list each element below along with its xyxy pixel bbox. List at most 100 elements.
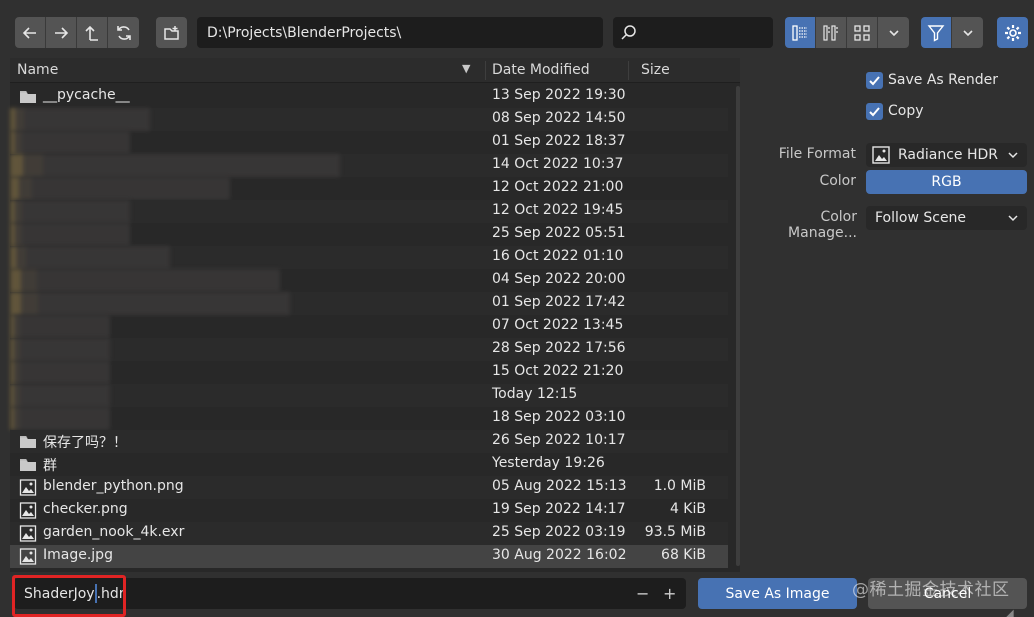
file-row[interactable]: 01 Sep 2022 18:37 (10, 131, 728, 154)
refresh-icon (116, 25, 131, 40)
image-file-icon (19, 525, 37, 542)
redacted-file-name (10, 131, 130, 154)
directory-path-input[interactable]: D:\Projects\BlenderProjects\ (197, 17, 603, 48)
file-date: 04 Sep 2022 20:00 (492, 271, 626, 287)
chevron-down-icon (1008, 215, 1018, 222)
file-date: 05 Aug 2022 15:13 (492, 478, 627, 494)
display-options-dropdown[interactable] (878, 17, 909, 48)
toolbar: D:\Projects\BlenderProjects\ (0, 0, 1034, 62)
column-header-size[interactable]: Size (641, 62, 670, 78)
increment-button[interactable]: + (663, 584, 676, 603)
file-row[interactable]: Image.jpg 30 Aug 2022 16:02 68 KiB (10, 545, 728, 568)
file-date: 15 Oct 2022 21:20 (492, 363, 624, 379)
file-name: blender_python.png (43, 478, 184, 494)
file-row[interactable]: __pycache__ 13 Sep 2022 19:30 (10, 85, 728, 108)
file-date: Today 12:15 (492, 386, 578, 402)
file-row[interactable]: 16 Oct 2022 01:10 (10, 246, 728, 269)
file-row[interactable]: 18 Sep 2022 03:10 (10, 407, 728, 430)
thumbnails-button[interactable] (847, 17, 878, 48)
file-row[interactable]: 12 Oct 2022 21:00 (10, 177, 728, 200)
save-as-render-checkbox[interactable]: Save As Render (866, 70, 998, 90)
file-row[interactable]: 保存了吗？！ 26 Sep 2022 10:17 (10, 430, 728, 453)
file-row[interactable]: 01 Sep 2022 17:42 (10, 292, 728, 315)
settings-button[interactable] (997, 17, 1028, 48)
redacted-file-name (10, 338, 110, 361)
file-row[interactable]: 12 Oct 2022 19:45 (10, 200, 728, 223)
file-date: 13 Sep 2022 19:30 (492, 87, 626, 103)
horizontal-list-button[interactable] (816, 17, 847, 48)
column-header-date[interactable]: Date Modified (492, 62, 590, 78)
file-row[interactable]: blender_python.png 05 Aug 2022 15:13 1.0 M… (10, 476, 728, 499)
filter-group (921, 17, 983, 48)
file-row[interactable]: 08 Sep 2022 14:50 (10, 108, 728, 131)
arrow-left-icon (22, 26, 36, 39)
file-date: 08 Sep 2022 14:50 (492, 110, 626, 126)
redacted-file-name (10, 269, 280, 292)
file-size: 68 KiB (661, 547, 706, 563)
refresh-button[interactable] (108, 17, 139, 48)
filter-options-dropdown[interactable] (952, 17, 983, 48)
decrement-button[interactable]: − (636, 584, 649, 603)
file-name: 群 (43, 458, 57, 474)
copy-checkbox[interactable]: Copy (866, 101, 924, 121)
file-list-header: Name ▼ Date Modified Size (10, 58, 740, 83)
file-date: 16 Oct 2022 01:10 (492, 248, 624, 264)
file-row[interactable]: 群 Yesterday 19:26 (10, 453, 728, 476)
redacted-file-name (10, 384, 110, 407)
redacted-file-name (10, 177, 230, 200)
file-row[interactable]: 04 Sep 2022 20:00 (10, 269, 728, 292)
file-list-scrollbar[interactable] (736, 86, 740, 566)
redacted-file-name (10, 154, 340, 177)
file-format-dropdown[interactable]: Radiance HDR (866, 143, 1027, 167)
image-file-icon (19, 502, 37, 519)
file-name: checker.png (43, 501, 128, 517)
save-as-image-button[interactable]: Save As Image (698, 578, 857, 609)
image-file-icon (19, 548, 37, 565)
column-divider[interactable] (485, 61, 486, 80)
file-row[interactable]: checker.png 19 Sep 2022 14:17 4 KiB (10, 499, 728, 522)
new-folder-button[interactable] (156, 17, 187, 48)
column-header-name[interactable]: Name (17, 62, 58, 78)
resize-handle-icon[interactable]: ◢ (1006, 608, 1014, 617)
redacted-file-name (10, 407, 110, 430)
filter-toggle-button[interactable] (921, 17, 952, 48)
file-row[interactable]: 28 Sep 2022 17:56 (10, 338, 728, 361)
settings-group (997, 17, 1028, 48)
redacted-file-name (10, 292, 290, 315)
redacted-file-name (10, 108, 150, 131)
search-input[interactable] (613, 17, 773, 48)
directory-path-text: D:\Projects\BlenderProjects\ (207, 24, 402, 41)
file-date: 07 Oct 2022 13:45 (492, 317, 624, 333)
file-row[interactable]: 07 Oct 2022 13:45 (10, 315, 728, 338)
save-as-render-label: Save As Render (888, 72, 998, 88)
new-folder-icon (163, 25, 179, 40)
chevron-down-icon (1008, 152, 1018, 159)
file-row[interactable]: 14 Oct 2022 10:37 (10, 154, 728, 177)
file-date: 25 Sep 2022 05:51 (492, 225, 626, 241)
file-row[interactable]: 15 Oct 2022 21:20 (10, 361, 728, 384)
image-file-icon (872, 146, 890, 164)
file-row[interactable]: 25 Sep 2022 05:51 (10, 223, 728, 246)
sort-descending-icon[interactable]: ▼ (462, 62, 470, 75)
file-rows: __pycache__ 13 Sep 2022 19:30 08 Sep 2022 … (10, 85, 740, 568)
nav-button-group (15, 17, 139, 48)
color-management-dropdown[interactable]: Follow Scene (866, 206, 1027, 230)
file-date: 12 Oct 2022 21:00 (492, 179, 624, 195)
file-row[interactable]: garden_nook_4k.exr 25 Sep 2022 03:19 93.5 … (10, 522, 728, 545)
column-divider[interactable] (628, 61, 629, 80)
vertical-list-button[interactable] (785, 17, 816, 48)
file-list-panel: Name ▼ Date Modified Size __pycache__ 13 … (10, 58, 740, 572)
file-date: 25 Sep 2022 03:19 (492, 524, 626, 540)
color-mode-rgb-button[interactable]: RGB (866, 170, 1027, 194)
watermark: @稀土掘金技术社区 (852, 580, 1010, 600)
redacted-file-name (10, 246, 170, 269)
thumbnails-icon (854, 24, 870, 41)
file-row[interactable]: Today 12:15 (10, 384, 728, 407)
file-date: 12 Oct 2022 19:45 (492, 202, 624, 218)
back-button[interactable] (15, 17, 46, 48)
file-size: 93.5 MiB (644, 524, 706, 540)
forward-button[interactable] (46, 17, 77, 48)
parent-directory-button[interactable] (77, 17, 108, 48)
color-label: Color (819, 173, 856, 189)
file-date: 01 Sep 2022 18:37 (492, 133, 626, 149)
